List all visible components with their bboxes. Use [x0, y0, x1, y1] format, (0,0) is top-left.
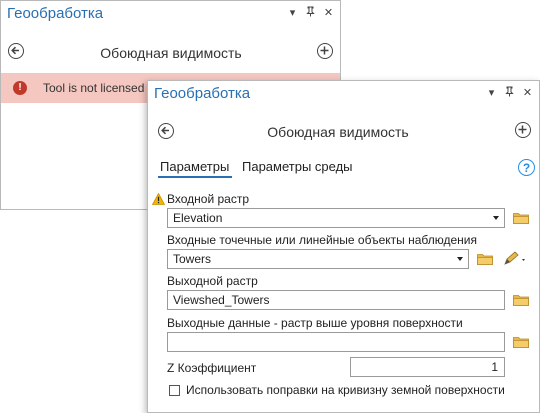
input-raster-label: Входной растр: [167, 192, 250, 206]
back-arrow-icon[interactable]: [158, 123, 174, 139]
input-raster-value: Elevation: [173, 211, 223, 225]
tab-parameters[interactable]: Параметры: [160, 159, 229, 174]
tab-environments[interactable]: Параметры среды: [242, 159, 353, 174]
output-raster-input[interactable]: Viewshed_Towers: [167, 290, 505, 310]
z-factor-label: Z Коэффициент: [167, 361, 257, 375]
folder-icon[interactable]: [513, 294, 529, 306]
geoprocessing-pane-front: Геообработка ▾ ✕ Обоюдная видимость Пара…: [147, 80, 540, 413]
back-arrow-icon[interactable]: [8, 43, 24, 59]
pencil-icon[interactable]: [503, 251, 529, 266]
pane-controls: ▾ ✕: [287, 6, 334, 20]
observer-features-label: Входные точечные или линейные объекты на…: [167, 233, 477, 247]
pane-menu-arrow-icon[interactable]: ▾: [486, 86, 497, 100]
pane-title: Геообработка: [154, 85, 251, 102]
add-icon[interactable]: [317, 43, 333, 59]
tool-title: Обоюдная видимость: [267, 124, 409, 140]
curvature-checkbox[interactable]: [169, 385, 180, 396]
folder-icon[interactable]: [513, 212, 529, 224]
pane-controls: ▾ ✕: [486, 86, 533, 100]
folder-icon[interactable]: [477, 253, 493, 265]
observer-features-value: Towers: [173, 252, 212, 266]
tool-title: Обоюдная видимость: [100, 45, 242, 61]
dropdown-arrow-icon: [493, 216, 499, 220]
folder-icon[interactable]: [513, 336, 529, 348]
output-raster-value: Viewshed_Towers: [173, 293, 270, 307]
active-tab-underline: [158, 176, 232, 178]
pane-menu-arrow-icon[interactable]: ▾: [287, 6, 298, 20]
z-factor-input[interactable]: 1: [350, 357, 505, 377]
input-raster-dropdown[interactable]: Elevation: [167, 208, 505, 228]
output-agl-input[interactable]: [167, 332, 505, 352]
warning-icon: [152, 193, 165, 205]
observer-features-dropdown[interactable]: Towers: [167, 249, 469, 269]
close-icon[interactable]: ✕: [323, 6, 334, 20]
output-agl-label: Выходные данные - растр выше уровня пове…: [167, 316, 463, 330]
error-icon: !: [13, 81, 27, 95]
license-message: Tool is not licensed: [43, 81, 145, 95]
add-icon[interactable]: [515, 122, 531, 138]
dropdown-arrow-icon: [457, 257, 463, 261]
pane-title: Геообработка: [7, 5, 104, 22]
curvature-label: Использовать поправки на кривизну земной…: [186, 383, 505, 397]
pin-icon[interactable]: [305, 6, 316, 20]
help-icon[interactable]: ?: [518, 159, 535, 176]
close-icon[interactable]: ✕: [522, 86, 533, 100]
pin-icon[interactable]: [504, 86, 515, 100]
output-raster-label: Выходной растр: [167, 274, 258, 288]
